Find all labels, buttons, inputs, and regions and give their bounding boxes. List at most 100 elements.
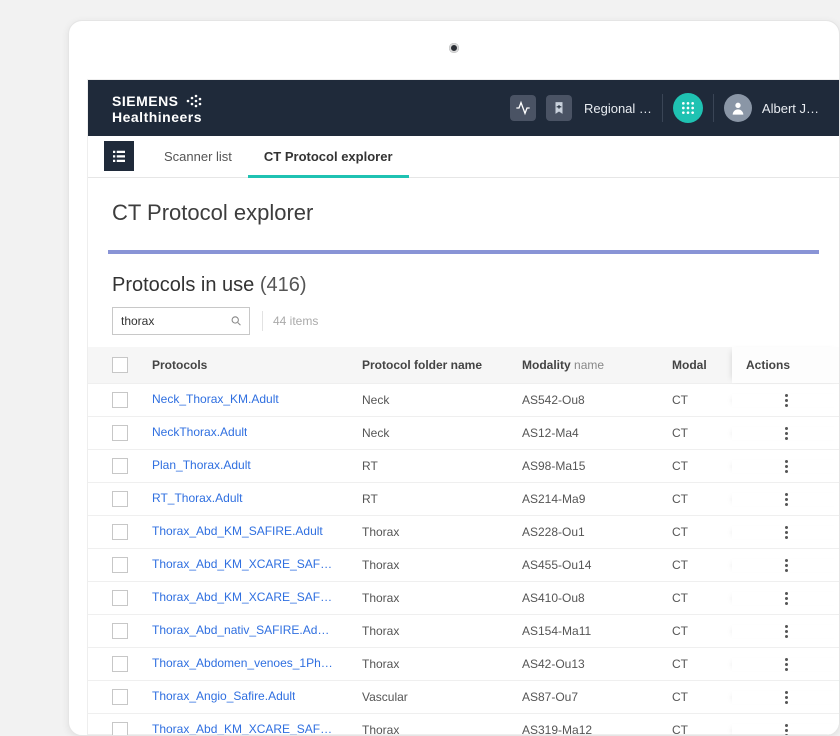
row-actions-button[interactable]: [785, 592, 789, 605]
brand-line1: SIEMENS: [112, 94, 179, 108]
row-checkbox[interactable]: [112, 590, 128, 606]
modal-cell: CT: [672, 459, 732, 473]
context-label[interactable]: Regional …: [584, 101, 652, 116]
table-row: Thorax_Angio_Safire.AdultVascularAS87-Ou…: [88, 680, 839, 713]
modal-cell: CT: [672, 690, 732, 704]
search-row: 44 items: [112, 307, 815, 335]
row-checkbox[interactable]: [112, 458, 128, 474]
modality-cell: AS410-Ou8: [522, 591, 672, 605]
search-input[interactable]: [121, 314, 230, 328]
brand-dots-icon: [185, 92, 203, 110]
brand-line2: Healthineers: [112, 109, 202, 125]
protocol-link[interactable]: Thorax_Abd_KM_SAFIRE.Adult: [152, 524, 323, 538]
protocol-link[interactable]: RT_Thorax.Adult: [152, 491, 243, 505]
row-checkbox[interactable]: [112, 722, 128, 736]
row-checkbox[interactable]: [112, 557, 128, 573]
row-checkbox[interactable]: [112, 656, 128, 672]
search-box[interactable]: [112, 307, 250, 335]
col-modal[interactable]: Modal: [672, 358, 732, 372]
protocols-section: Protocols in use (416) 44 items: [88, 254, 839, 341]
page-title: CT Protocol explorer: [112, 200, 815, 226]
folder-cell: RT: [362, 492, 522, 506]
folder-cell: Thorax: [362, 525, 522, 539]
row-actions-button[interactable]: [785, 394, 789, 407]
col-modality-label: Modality: [522, 358, 571, 372]
row-actions-button[interactable]: [785, 427, 789, 440]
table-row: Thorax_Abd_KM_XCARE_SAF… ThoraxAS455-Ou14…: [88, 548, 839, 581]
row-checkbox[interactable]: [112, 689, 128, 705]
modal-cell: CT: [672, 558, 732, 572]
row-actions-button[interactable]: [785, 625, 789, 638]
col-protocols[interactable]: Protocols: [152, 358, 362, 372]
protocol-link[interactable]: Thorax_Abdomen_venoes_1Ph…: [152, 656, 333, 670]
protocols-table: Protocols Protocol folder name Modality …: [88, 347, 839, 736]
modality-cell: AS455-Ou14: [522, 558, 672, 572]
row-actions-button[interactable]: [785, 526, 789, 539]
modality-cell: AS319-Ma12: [522, 723, 672, 736]
protocol-link[interactable]: Thorax_Abd_KM_XCARE_SAF…: [152, 557, 332, 571]
modality-cell: AS98-Ma15: [522, 459, 672, 473]
row-checkbox[interactable]: [112, 623, 128, 639]
modality-cell: AS87-Ou7: [522, 690, 672, 704]
table-row: NeckThorax.AdultNeckAS12-Ma4CT: [88, 416, 839, 449]
modal-cell: CT: [672, 525, 732, 539]
modality-cell: AS228-Ou1: [522, 525, 672, 539]
row-checkbox[interactable]: [112, 425, 128, 441]
user-name[interactable]: Albert J…: [762, 101, 819, 116]
modality-cell: AS154-Ma11: [522, 624, 672, 638]
folder-cell: Neck: [362, 393, 522, 407]
table-row: Neck_Thorax_KM.Adult NeckAS542-Ou8CT: [88, 383, 839, 416]
protocol-link[interactable]: Plan_Thorax.Adult: [152, 458, 251, 472]
select-all-checkbox[interactable]: [112, 357, 128, 373]
table-row: RT_Thorax.Adult RTAS214-Ma9CT: [88, 482, 839, 515]
protocol-link[interactable]: Thorax_Angio_Safire.Adult: [152, 689, 295, 703]
modal-cell: CT: [672, 657, 732, 671]
protocol-link[interactable]: Thorax_Abd_KM_XCARE_SAF…: [152, 722, 332, 736]
col-modality[interactable]: Modality name: [522, 358, 672, 372]
row-checkbox[interactable]: [112, 491, 128, 507]
row-actions-button[interactable]: [785, 658, 789, 671]
tab-bar: Scanner list CT Protocol explorer: [88, 136, 839, 178]
modal-cell: CT: [672, 492, 732, 506]
modality-cell: AS542-Ou8: [522, 393, 672, 407]
activity-icon[interactable]: [510, 95, 536, 121]
items-count-label: 44 items: [262, 311, 318, 331]
folder-cell: Neck: [362, 426, 522, 440]
app-window: SIEMENS Healthineers Regional …: [87, 79, 839, 735]
folder-cell: RT: [362, 459, 522, 473]
row-actions-button[interactable]: [785, 460, 789, 473]
folder-cell: Thorax: [362, 657, 522, 671]
col-folder[interactable]: Protocol folder name: [362, 358, 522, 372]
modal-cell: CT: [672, 591, 732, 605]
row-actions-button[interactable]: [785, 691, 789, 704]
row-checkbox[interactable]: [112, 392, 128, 408]
folder-cell: Thorax: [362, 558, 522, 572]
table-header: Protocols Protocol folder name Modality …: [88, 347, 839, 383]
section-count: (416): [260, 274, 307, 296]
section-heading-prefix: Protocols in use: [112, 274, 254, 296]
tab-scanner-list-label: Scanner list: [164, 149, 232, 164]
protocol-link[interactable]: Neck_Thorax_KM.Adult: [152, 392, 279, 406]
row-actions-button[interactable]: [785, 559, 789, 572]
header-divider-2: [713, 94, 714, 122]
table-row: Thorax_Abd_nativ_SAFIRE.Ad…ThoraxAS154-M…: [88, 614, 839, 647]
row-checkbox[interactable]: [112, 524, 128, 540]
modal-cell: CT: [672, 723, 732, 736]
protocol-link[interactable]: NeckThorax.Adult: [152, 425, 247, 439]
row-actions-button[interactable]: [785, 493, 789, 506]
bookmark-add-icon[interactable]: [546, 95, 572, 121]
protocol-link[interactable]: Thorax_Abd_KM_XCARE_SAF…: [152, 590, 332, 604]
table-row: Thorax_Abd_KM_XCARE_SAF…ThoraxAS319-Ma12…: [88, 713, 839, 736]
header-divider: [662, 94, 663, 122]
apps-launcher-button[interactable]: [673, 93, 703, 123]
search-icon[interactable]: [230, 314, 243, 328]
modal-cell: CT: [672, 393, 732, 407]
avatar[interactable]: [724, 94, 752, 122]
tab-ct-explorer[interactable]: CT Protocol explorer: [248, 135, 409, 177]
modality-cell: AS214-Ma9: [522, 492, 672, 506]
protocol-link[interactable]: Thorax_Abd_nativ_SAFIRE.Ad…: [152, 623, 329, 637]
tab-scanner-list[interactable]: Scanner list: [148, 135, 248, 177]
row-actions-button[interactable]: [785, 724, 789, 736]
app-header: SIEMENS Healthineers Regional …: [88, 80, 839, 136]
list-icon[interactable]: [104, 141, 134, 171]
